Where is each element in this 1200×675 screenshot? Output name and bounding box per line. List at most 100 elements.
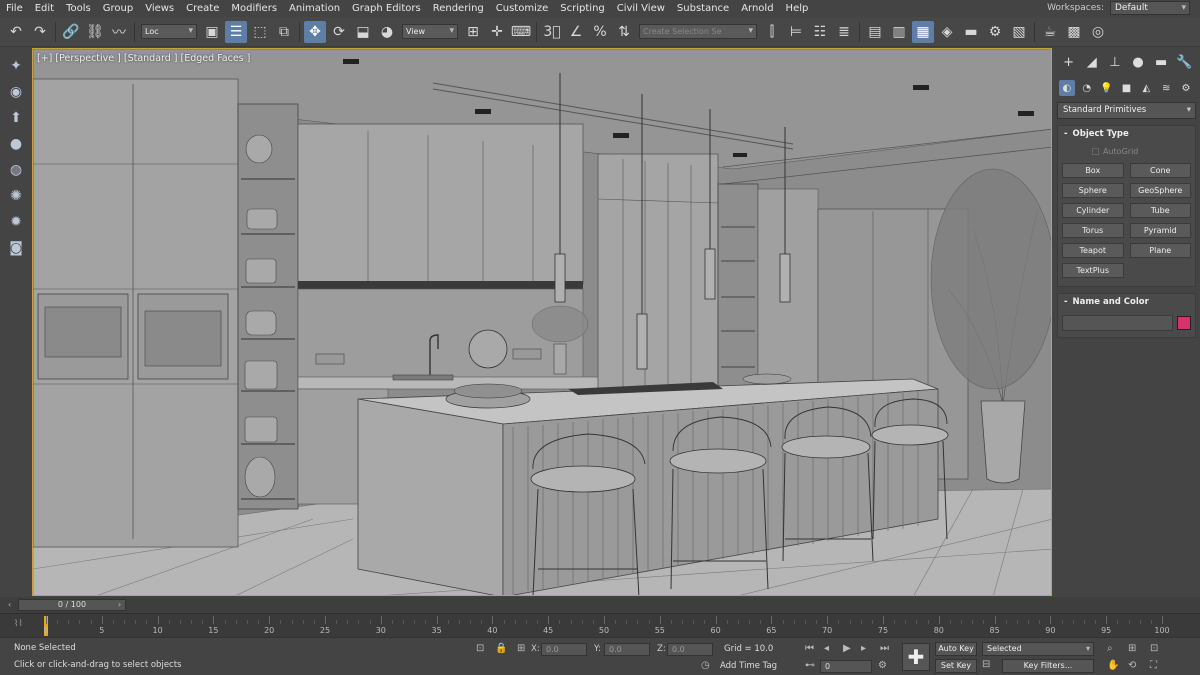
time-configuration-icon[interactable]: ⚙ (878, 660, 887, 671)
window-crossing-icon[interactable]: ⧉ (273, 21, 295, 43)
unlink-icon[interactable]: ⛓ (84, 21, 106, 43)
autogrid-option[interactable]: AutoGrid (1058, 143, 1195, 159)
zoom-all-icon[interactable]: ⊞ (1128, 643, 1136, 654)
helpers-icon[interactable]: ◭ (1138, 80, 1154, 96)
pan-icon[interactable]: ✋ (1107, 660, 1119, 671)
menu-scripting[interactable]: Scripting (554, 0, 610, 17)
modify-tab-icon[interactable]: ◢ (1083, 53, 1101, 71)
pin-icon[interactable]: ⬆ (6, 109, 26, 127)
menu-help[interactable]: Help (780, 0, 815, 17)
zoom-extents-icon[interactable]: ⊡ (1150, 643, 1158, 654)
named-selection-set[interactable]: Create Selection Se (639, 24, 757, 39)
key-filter-icon[interactable]: ⊟ (982, 659, 990, 670)
menu-substance[interactable]: Substance (671, 0, 735, 17)
select-by-name-icon[interactable]: ☰ (225, 20, 247, 43)
add-icon[interactable]: ✦ (6, 57, 26, 75)
angle-snap-icon[interactable]: ∠ (565, 21, 587, 43)
space-warps-icon[interactable]: ≋ (1158, 80, 1174, 96)
workspaces-select[interactable]: Default (1110, 1, 1190, 15)
lights-icon[interactable]: 💡 (1099, 80, 1115, 96)
pivot-center-icon[interactable]: ⊞ (462, 21, 484, 43)
go-to-end-icon[interactable]: ⏭ (880, 643, 889, 654)
geometry-icon[interactable]: ◐ (1058, 80, 1075, 96)
curve-editor-icon[interactable]: ▥ (888, 21, 910, 43)
toggle-scene-explorer-icon[interactable]: ☷ (809, 21, 831, 43)
perspective-viewport[interactable]: [+] [Perspective ] [Standard ] [Edged Fa… (32, 48, 1052, 596)
display-tab-icon[interactable]: ▬ (1152, 53, 1170, 71)
key-mode-select[interactable]: Selected (982, 642, 1094, 656)
shapes-icon[interactable]: ◔ (1079, 80, 1095, 96)
align-icon[interactable]: ⊨ (785, 21, 807, 43)
go-to-start-icon[interactable]: ⏮ (805, 643, 814, 654)
pyramid-button[interactable]: Pyramid (1129, 223, 1191, 238)
light-icon[interactable]: ✹ (6, 213, 26, 231)
object-name-input[interactable] (1062, 315, 1173, 331)
previous-frame-icon[interactable]: ◂ (824, 643, 829, 654)
reference-coordinate-select[interactable]: View (402, 24, 458, 39)
selection-lock-icon[interactable]: 🔒 (495, 643, 507, 654)
placement-icon[interactable]: ◕ (376, 21, 398, 43)
category-dropdown[interactable]: Standard Primitives (1057, 102, 1196, 119)
add-time-tag[interactable]: Add Time Tag (720, 661, 777, 671)
bind-space-warp-icon[interactable]: 〰 (108, 21, 130, 43)
rendered-frame-window-icon[interactable]: ▧ (1008, 21, 1030, 43)
box-button[interactable]: Box (1062, 163, 1124, 178)
sphere-button[interactable]: Sphere (1062, 183, 1124, 198)
keyboard-shortcut-icon[interactable]: ⌨ (510, 21, 532, 43)
orbit-icon[interactable]: ◍ (6, 161, 26, 179)
mirror-icon[interactable]: ⫿ (761, 21, 783, 43)
plane-button[interactable]: Plane (1129, 243, 1191, 258)
teapot-button[interactable]: Teapot (1062, 243, 1124, 258)
bake-icon[interactable]: ◙ (6, 239, 26, 257)
track-bar[interactable]: ⌇⌇ 0 5 10 15 20 25 30 35 40 45 50 55 60 65 70 75 80 85 90 9… (0, 613, 1200, 637)
globe-icon[interactable]: ◉ (6, 83, 26, 101)
spinner-snap-icon[interactable]: ⇅ (613, 21, 635, 43)
move-icon[interactable]: ✥ (304, 20, 326, 43)
snaps-toggle-icon[interactable]: 3⃣ (541, 21, 563, 43)
maximize-viewport-icon[interactable]: ⛶ (1150, 660, 1157, 671)
menu-arnold[interactable]: Arnold (735, 0, 779, 17)
time-slider-next-icon[interactable]: › (118, 600, 121, 609)
viewport-label[interactable]: [+] [Perspective ] [Standard ] [Edged Fa… (37, 53, 250, 64)
autogrid-checkbox[interactable] (1092, 147, 1099, 155)
systems-icon[interactable]: ⚙ (1178, 80, 1194, 96)
utilities-tab-icon[interactable]: 🔧 (1175, 53, 1193, 71)
menu-group[interactable]: Group (97, 0, 139, 17)
render-cloud-icon[interactable]: ▩ (1063, 21, 1085, 43)
create-tab-icon[interactable]: + (1060, 53, 1078, 71)
menu-animation[interactable]: Animation (283, 0, 346, 17)
link-icon[interactable]: 🔗 (60, 21, 82, 43)
absolute-mode-icon[interactable]: ⊞ (517, 643, 525, 654)
scale-icon[interactable]: ⬓ (352, 21, 374, 43)
play-icon[interactable]: ▶ (843, 643, 851, 654)
menu-rendering[interactable]: Rendering (427, 0, 490, 17)
time-slider-thumb[interactable]: 0 / 100 (18, 599, 126, 611)
redo-icon[interactable]: ↷ (29, 21, 51, 43)
select-manipulate-icon[interactable]: ✛ (486, 21, 508, 43)
key-mode-icon[interactable]: ⊷ (805, 660, 815, 671)
menu-create[interactable]: Create (180, 0, 225, 17)
next-frame-icon[interactable]: ▸ (861, 643, 866, 654)
y-coordinate-field[interactable]: 0.0 (604, 643, 650, 656)
tube-button[interactable]: Tube (1129, 203, 1191, 218)
name-and-color-header[interactable]: - Name and Color (1058, 294, 1195, 311)
menu-graph-editors[interactable]: Graph Editors (346, 0, 427, 17)
geosphere-button[interactable]: GeoSphere (1129, 183, 1191, 198)
layer-select[interactable]: Loc (141, 24, 197, 39)
material-editor-icon[interactable]: ◈ (936, 21, 958, 43)
motion-tab-icon[interactable]: ● (1129, 53, 1147, 71)
torus-button[interactable]: Torus (1062, 223, 1124, 238)
layer-explorer-icon[interactable]: ≣ (833, 21, 855, 43)
x-coordinate-field[interactable]: 0.0 (541, 643, 587, 656)
hierarchy-tab-icon[interactable]: ⊥ (1106, 53, 1124, 71)
render-setup-icon[interactable]: ⚙ (984, 21, 1006, 43)
menu-edit[interactable]: Edit (29, 0, 60, 17)
menu-civil-view[interactable]: Civil View (611, 0, 671, 17)
toggle-ribbon-icon[interactable]: ▤ (864, 21, 886, 43)
sphere-icon[interactable]: ● (6, 135, 26, 153)
selection-region-icon[interactable]: ⬚ (249, 21, 271, 43)
render-iterative-icon[interactable]: ◎ (1087, 21, 1109, 43)
key-filters-button[interactable]: Key Filters... (1002, 659, 1094, 673)
cylinder-button[interactable]: Cylinder (1062, 203, 1124, 218)
navigation-icon[interactable]: ✺ (6, 187, 26, 205)
